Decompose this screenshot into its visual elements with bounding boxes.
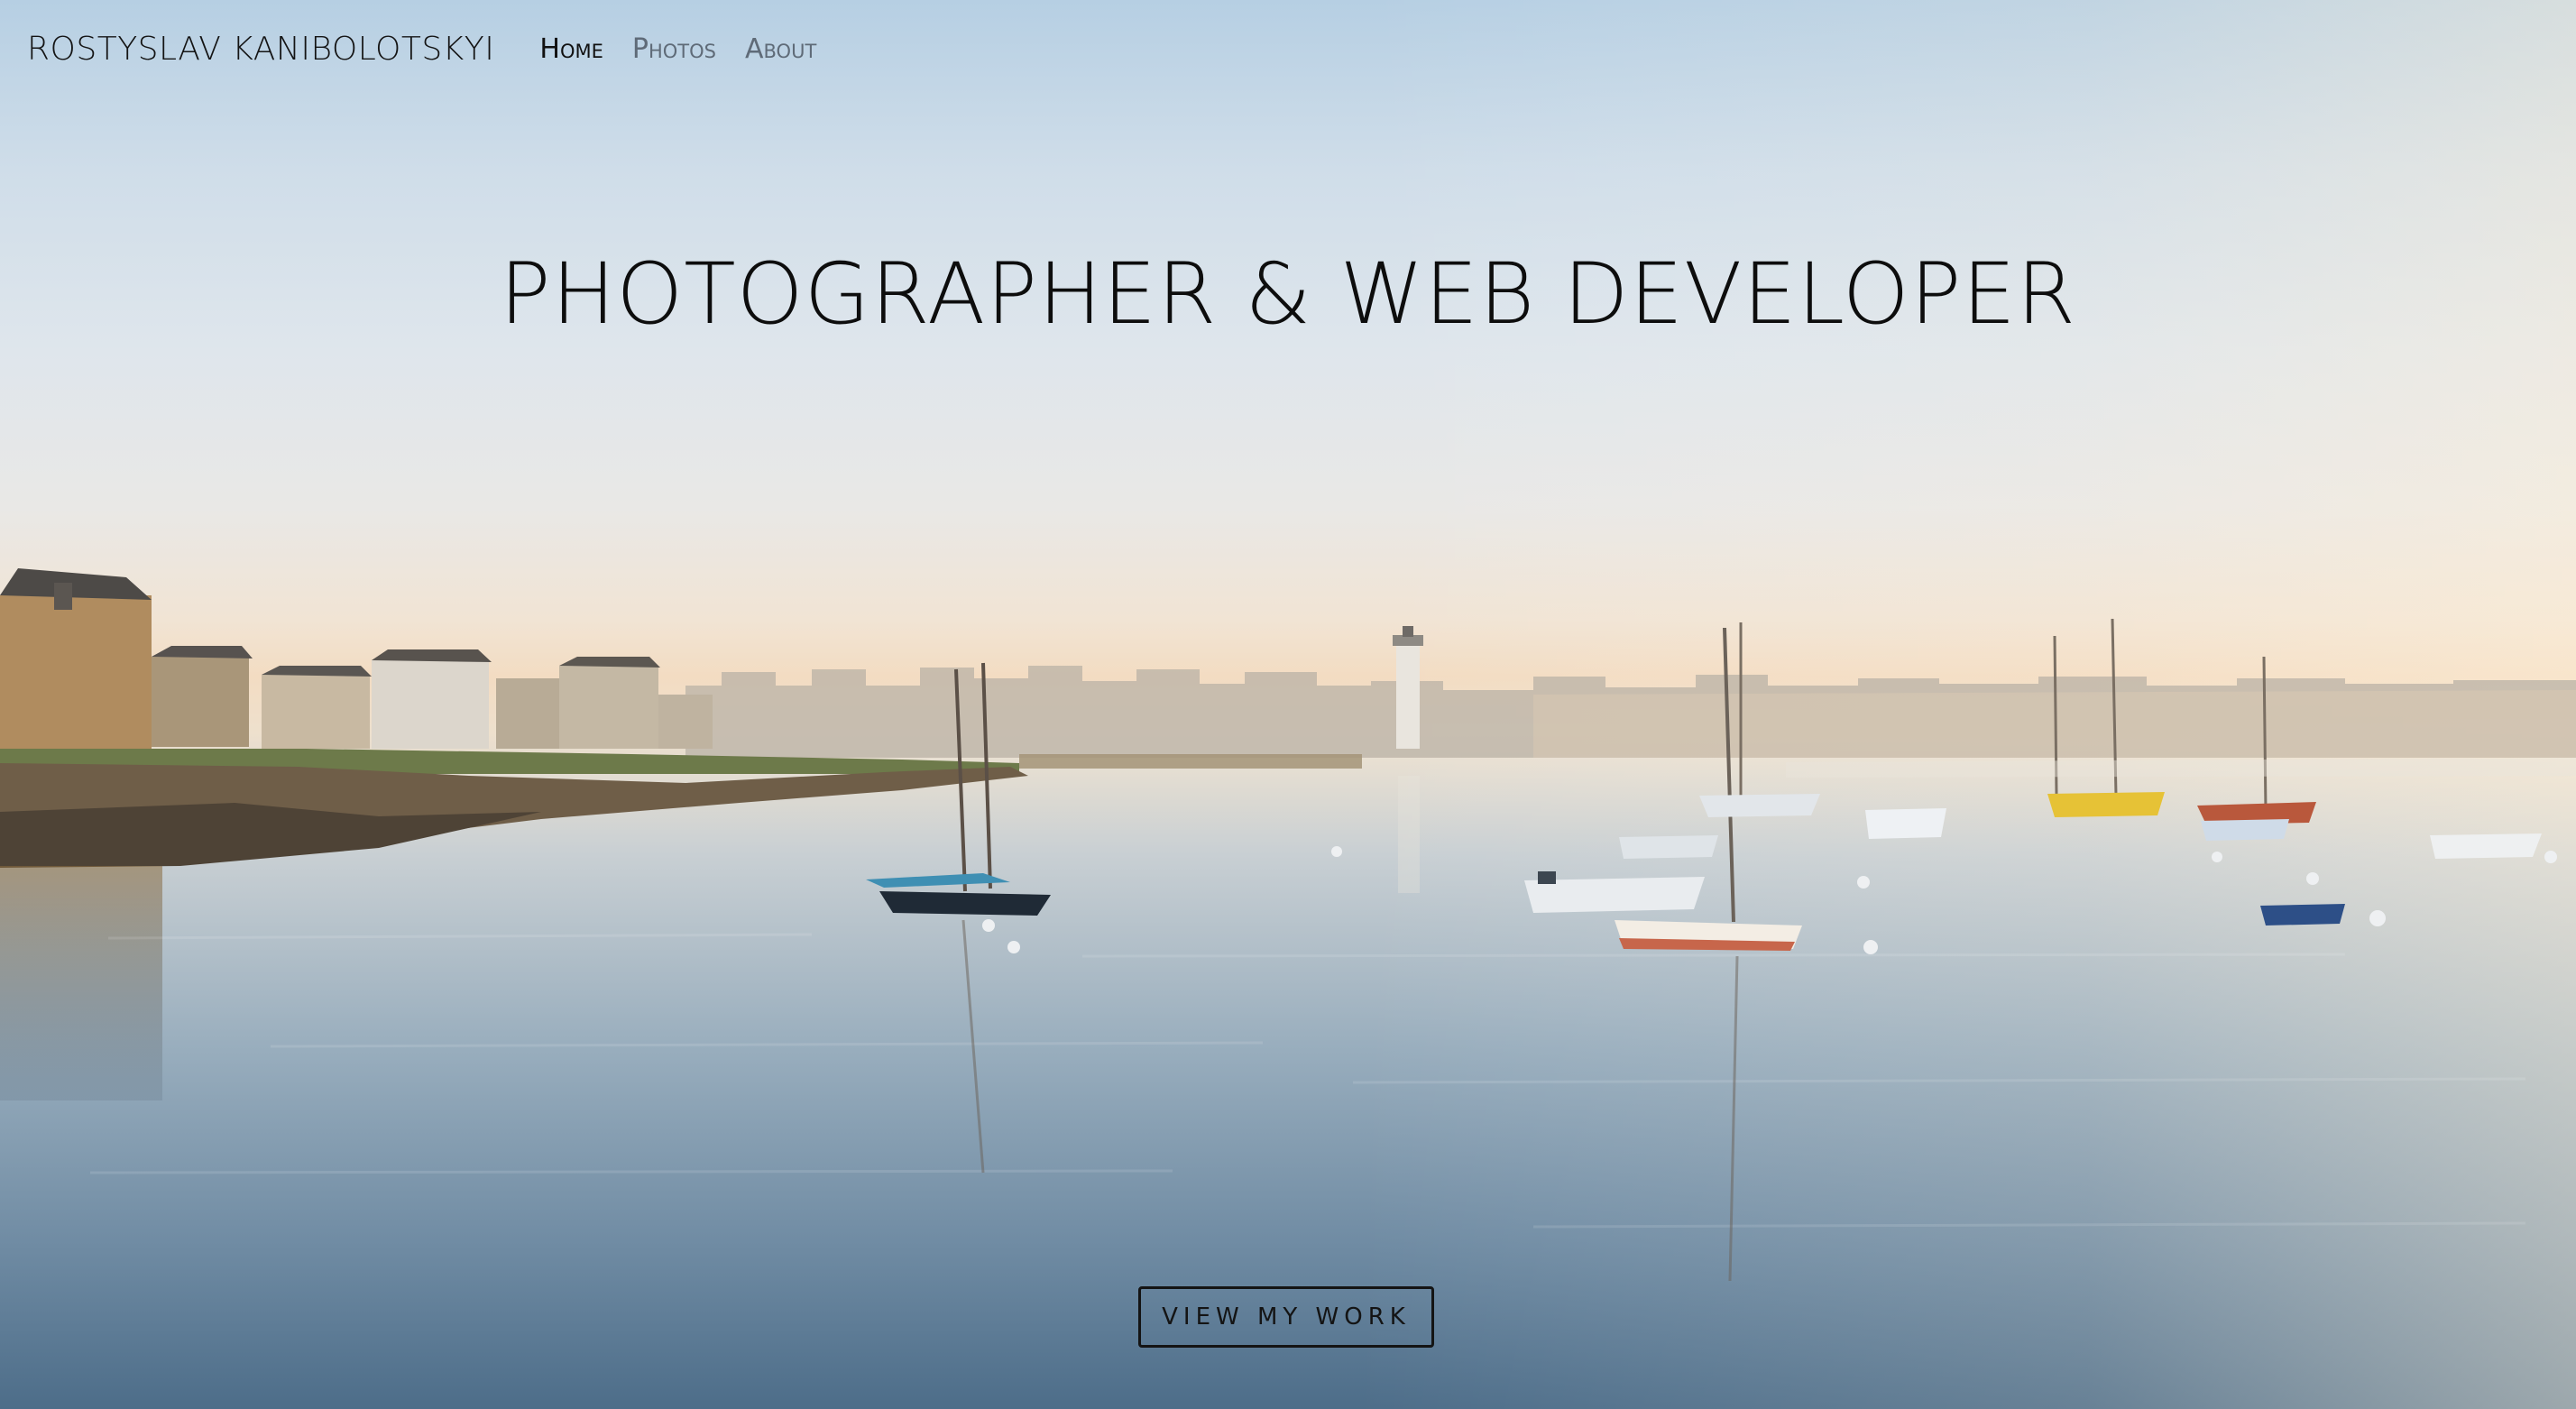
nav-about-link[interactable]: About <box>745 33 816 65</box>
nav-menu: Home Photos About <box>539 33 816 65</box>
nav-home-link[interactable]: Home <box>539 33 603 65</box>
hero-page: ROSTYSLAV KANIBOLOTSKYI Home Photos Abou… <box>0 0 2576 1409</box>
site-brand[interactable]: ROSTYSLAV KANIBOLOTSKYI <box>27 31 494 68</box>
hero-title: PHOTOGRAPHER & WEB DEVELOPER <box>499 245 2077 344</box>
town-houses <box>0 568 713 749</box>
harbor-background-photo <box>0 0 2576 1409</box>
view-my-work-button[interactable]: VIEW MY WORK <box>1138 1286 1434 1348</box>
nav-photos-link[interactable]: Photos <box>632 33 716 65</box>
top-nav: ROSTYSLAV KANIBOLOTSKYI Home Photos Abou… <box>27 25 816 72</box>
